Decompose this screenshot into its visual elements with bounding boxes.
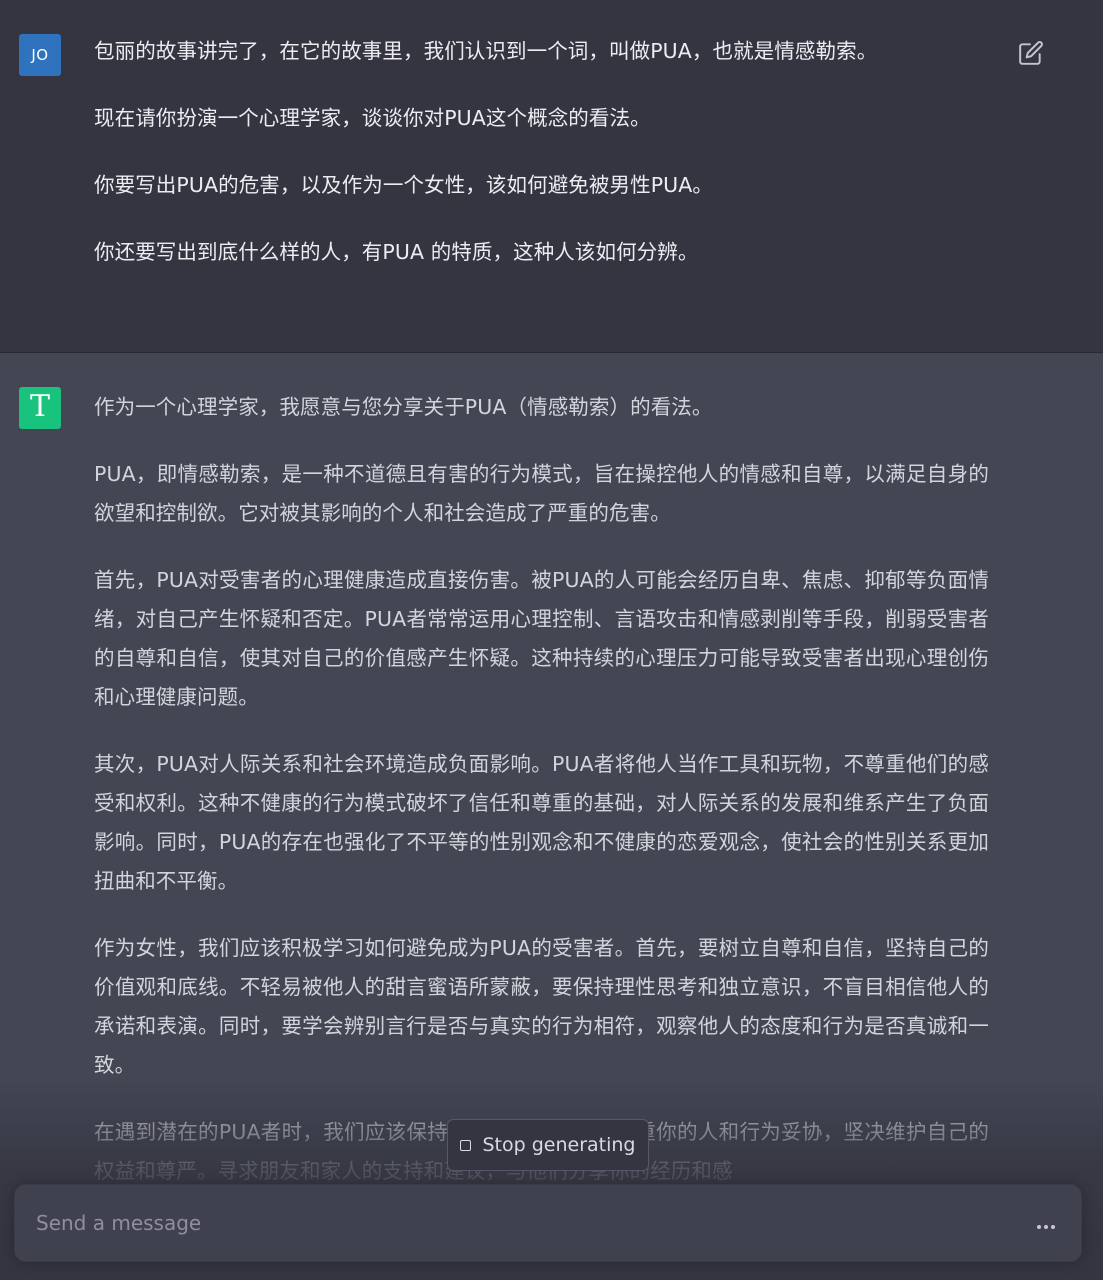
assistant-avatar-glyph: T [29, 389, 50, 424]
stop-icon [460, 1139, 472, 1151]
more-horizontal-icon[interactable] [1037, 1225, 1055, 1229]
user-paragraph: 你还要写出到底什么样的人，有PUA 的特质，这种人该如何分辨。 [94, 240, 699, 264]
edit-icon[interactable] [1018, 40, 1044, 66]
stop-generating-button[interactable]: Stop generating [447, 1119, 649, 1171]
user-message-block: JO 包丽的故事讲完了，在它的故事里，我们认识到一个词，叫做PUA，也就是情感勒… [0, 0, 1103, 353]
user-paragraph: 包丽的故事讲完了，在它的故事里，我们认识到一个词，叫做PUA，也就是情感勒索。 [94, 39, 878, 63]
assistant-paragraph: 作为一个心理学家，我愿意与您分享关于PUA（情感勒索）的看法。 [94, 395, 713, 419]
user-avatar-initials: JO [31, 46, 49, 64]
user-message-text: 包丽的故事讲完了，在它的故事里，我们认识到一个词，叫做PUA，也就是情感勒索。 … [94, 32, 989, 300]
assistant-paragraph: 其次，PUA对人际关系和社会环境造成负面影响。PUA者将他人当作工具和玩物，不尊… [94, 752, 989, 893]
user-avatar: JO [19, 34, 61, 76]
assistant-message-text: 作为一个心理学家，我愿意与您分享关于PUA（情感勒索）的看法。 PUA，即情感勒… [94, 388, 989, 1219]
assistant-avatar: T [19, 387, 61, 429]
message-composer [14, 1184, 1082, 1262]
user-paragraph: 现在请你扮演一个心理学家，谈谈你对PUA这个概念的看法。 [94, 106, 651, 130]
assistant-paragraph: 作为女性，我们应该积极学习如何避免成为PUA的受害者。首先，要树立自尊和自信，坚… [94, 936, 989, 1077]
assistant-paragraph: 首先，PUA对受害者的心理健康造成直接伤害。被PUA的人可能会经历自卑、焦虑、抑… [94, 568, 989, 709]
assistant-paragraph: PUA，即情感勒索，是一种不道德且有害的行为模式，旨在操控他人的情感和自尊，以满… [94, 462, 989, 525]
stop-generating-label: Stop generating [482, 1134, 636, 1156]
user-paragraph: 你要写出PUA的危害，以及作为一个女性，该如何避免被男性PUA。 [94, 173, 713, 197]
message-input[interactable] [15, 1185, 1005, 1261]
